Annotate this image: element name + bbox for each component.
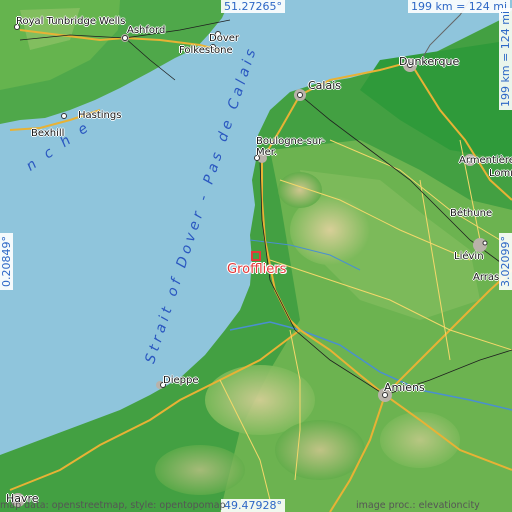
city-label-royal-tunbridge-wells: Royal Tunbridge Wells: [16, 16, 126, 27]
city-label-bexhill: Bexhill: [31, 128, 65, 139]
city-label-hastings: Hastings: [78, 110, 122, 121]
city-label-dieppe: Dieppe: [163, 375, 199, 386]
city-label-ashford: Ashford: [127, 25, 166, 36]
credit-left: map data: openstreetmap, style: opentopo…: [0, 500, 226, 511]
city-label-arras: Arras: [473, 272, 500, 283]
city-label-bethune: Béthune: [450, 208, 493, 219]
scale-vertical: 199 km = 124 mi: [499, 7, 512, 110]
coord-right: 3.02099°: [499, 233, 512, 290]
credit-right: image proc.: elevationcity: [356, 500, 480, 511]
city-label-lievin: Liévin: [454, 251, 484, 262]
scale-horizontal: 199 km = 124 mi: [408, 0, 511, 13]
city-label-armentieres: Armentières: [459, 155, 512, 166]
city-label-calais: Calais: [308, 79, 342, 92]
city-label-lomme: Lomme: [489, 168, 512, 179]
city-label-dover: Dover: [209, 33, 239, 44]
city-label-dunkerque: Dunkerque: [399, 55, 460, 68]
topographic-map[interactable]: Strait of Dover - Pas de Calais n c h e …: [0, 0, 512, 512]
city-label-folkestone: Folkestone: [179, 45, 233, 56]
coord-top: 51.27265°: [221, 0, 285, 13]
coord-bottom: 49.47928°: [221, 499, 285, 512]
place-name-label: Groffliers: [227, 262, 287, 277]
map-base: [0, 0, 512, 512]
city-label-boulogne: Boulogne-sur-Mer.: [256, 136, 326, 158]
city-label-amiens: Amiens: [384, 381, 425, 394]
coord-left: 0.20849°: [0, 233, 13, 290]
